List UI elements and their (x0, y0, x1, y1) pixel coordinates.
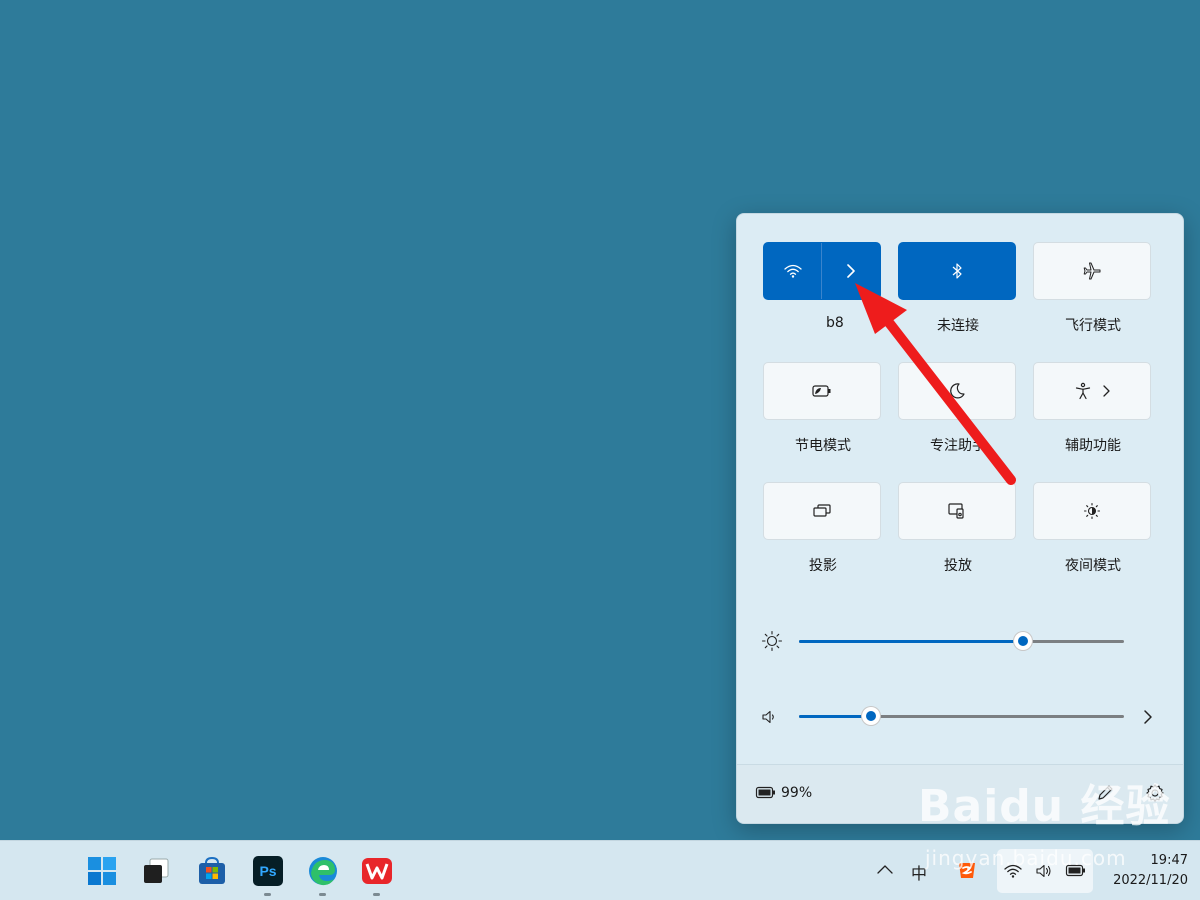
quick-settings-panel: b8 未连接 飞行模式 节电模式 专注助手 辅助功能 投影 投放 夜间模式 99… (736, 213, 1184, 824)
edge-icon (309, 857, 337, 886)
brightness-slider[interactable] (799, 632, 1124, 650)
accessibility-icon (1074, 382, 1092, 400)
task-view-icon (144, 858, 169, 883)
volume-slider-fill (799, 715, 871, 718)
volume-row (759, 701, 1159, 731)
brightness-row (759, 626, 1159, 656)
speaker-icon (761, 709, 777, 725)
store-icon (199, 856, 225, 884)
running-indicator (373, 893, 380, 896)
baidu-watermark-logo: Baidu 经验 (918, 781, 1171, 832)
sun-icon (761, 630, 783, 652)
volume-slider-thumb[interactable] (861, 707, 880, 725)
airplane-icon (1082, 262, 1102, 280)
project-icon (812, 503, 832, 519)
bluetooth-icon (951, 262, 963, 280)
running-indicator (264, 893, 271, 896)
windows-logo-icon (88, 857, 116, 885)
battery-percentage: 99% (781, 785, 813, 801)
windows-start-button[interactable] (84, 853, 120, 889)
battery-icon (755, 786, 777, 800)
moon-icon (948, 382, 966, 400)
task-view-button[interactable] (138, 853, 174, 889)
chevron-right-icon[interactable] (1102, 385, 1110, 397)
photoshop-app[interactable]: Ps (250, 853, 286, 896)
airplane-mode-label: 飞行模式 (1065, 318, 1121, 334)
wifi-tile-label: b8 (826, 315, 844, 331)
cast-label: 投放 (944, 558, 972, 574)
edge-browser-app[interactable] (305, 853, 341, 896)
baidu-watermark-url: jingyan.baidu.com (925, 846, 1127, 870)
bluetooth-tile[interactable] (898, 242, 1016, 300)
photoshop-icon: Ps (253, 856, 283, 886)
wifi-icon[interactable] (764, 243, 821, 299)
battery-saver-tile[interactable] (763, 362, 881, 420)
accessibility-tile[interactable] (1033, 362, 1151, 420)
bluetooth-tile-label: 未连接 (937, 318, 979, 334)
volume-slider[interactable] (799, 707, 1124, 725)
night-light-icon (1083, 502, 1101, 520)
wps-icon (362, 858, 392, 884)
cast-tile[interactable] (898, 482, 1016, 540)
wifi-expand-chevron-icon[interactable] (821, 243, 880, 299)
clock-date: 2022/11/20 (1113, 873, 1188, 888)
brightness-slider-thumb[interactable] (1014, 632, 1033, 650)
chevron-up-icon[interactable] (876, 863, 894, 875)
airplane-mode-tile[interactable] (1033, 242, 1151, 300)
accessibility-label: 辅助功能 (1065, 438, 1121, 454)
focus-assist-tile[interactable] (898, 362, 1016, 420)
night-light-tile[interactable] (1033, 482, 1151, 540)
photoshop-icon-text: Ps (259, 863, 277, 879)
night-light-label: 夜间模式 (1065, 558, 1121, 574)
volume-mixer-chevron-icon[interactable] (1143, 709, 1153, 725)
project-tile[interactable] (763, 482, 881, 540)
brightness-slider-fill (799, 640, 1024, 643)
project-label: 投影 (809, 558, 837, 574)
wps-office-app[interactable] (359, 853, 395, 896)
battery-saver-icon (811, 384, 833, 398)
running-indicator (319, 893, 326, 896)
cast-icon (947, 502, 967, 520)
microsoft-store-app[interactable] (194, 853, 230, 889)
focus-assist-label: 专注助手 (930, 438, 986, 454)
battery-saver-label: 节电模式 (795, 438, 851, 454)
wifi-tile[interactable] (763, 242, 881, 300)
